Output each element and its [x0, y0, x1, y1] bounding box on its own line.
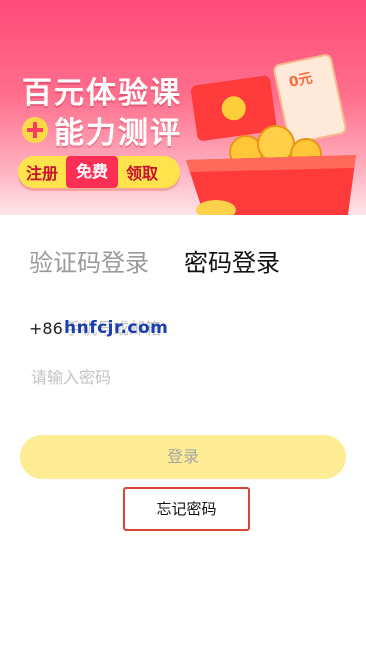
pill-claim-label: 领取	[126, 164, 159, 183]
password-input[interactable]	[29, 367, 333, 388]
banner-title: 百元体验课	[22, 76, 182, 111]
login-button[interactable]: 登录	[20, 435, 346, 479]
promo-banner[interactable]: 百元体验课 能力测评 注册 免费 领取 0元	[0, 0, 366, 215]
gift-box-illustration: 0元	[186, 54, 356, 215]
forgot-password-link[interactable]: 忘记密码	[123, 487, 250, 531]
banner-subtitle: 能力测评	[54, 116, 182, 151]
plus-icon	[22, 117, 48, 143]
register-free-pill[interactable]: 注册 免费 领取	[18, 156, 180, 188]
pill-free-label: 免费	[66, 156, 119, 188]
banner-subtitle-row: 能力测评	[22, 108, 182, 152]
pill-register-label: 注册	[26, 164, 59, 183]
tab-sms-login[interactable]: 验证码登录	[29, 243, 149, 278]
tab-password-login[interactable]: 密码登录	[184, 243, 280, 278]
watermark-logo: hnfcjr.com	[64, 318, 169, 338]
coin-icon	[257, 125, 295, 163]
country-code[interactable]: +86	[29, 319, 63, 338]
